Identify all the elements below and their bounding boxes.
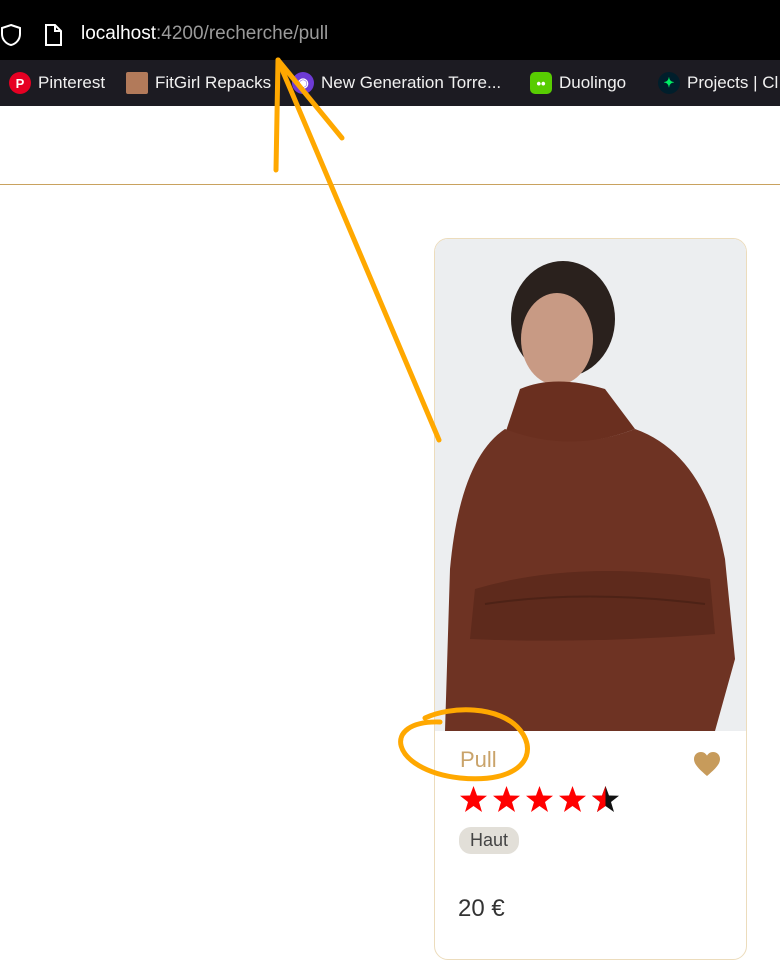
fitgirl-icon [126, 72, 148, 94]
url-path: :4200/recherche/pull [156, 23, 329, 44]
product-photo-illustration [435, 239, 746, 731]
star-icon [526, 786, 553, 812]
bookmark-label: Pinterest [38, 73, 106, 92]
bookmark-duolingo[interactable]: •• Duolingo [530, 60, 626, 106]
annotation-arrow-line [275, 57, 442, 443]
header-divider [0, 184, 780, 185]
bookmark-label: Duolingo [559, 73, 627, 92]
bookmark-projects[interactable]: ✦ Projects | Cl [658, 60, 778, 106]
bookmark-label: Projects | Cl [687, 73, 779, 92]
star-icon [493, 786, 520, 812]
product-price: 20 € [458, 895, 505, 922]
heart-icon[interactable] [693, 751, 721, 777]
torrent-icon: ◉ [292, 72, 314, 94]
page-icon [45, 24, 62, 46]
bookmark-new-generation[interactable]: ◉ New Generation Torre... [292, 60, 501, 106]
star-icon [460, 786, 487, 812]
address-bar[interactable]: localhost:4200/recherche/pull [0, 0, 780, 60]
url-text[interactable]: localhost:4200/recherche/pull [81, 23, 328, 45]
shield-icon[interactable] [0, 23, 22, 47]
category-tag[interactable]: Haut [459, 827, 520, 854]
star-icon [559, 786, 586, 812]
product-image[interactable] [435, 239, 746, 731]
product-card[interactable]: Pull Haut 20 € [434, 238, 747, 960]
rating-stars [459, 785, 620, 813]
pinterest-icon: P [9, 72, 31, 94]
duolingo-icon: •• [530, 72, 552, 94]
bookmark-fitgirl[interactable]: FitGirl Repacks [126, 60, 271, 106]
bookmarks-bar: P Pinterest FitGirl Repacks ◉ New Genera… [0, 60, 780, 106]
url-host: localhost [81, 23, 156, 44]
star-icon [592, 786, 619, 812]
product-title[interactable]: Pull [460, 747, 497, 773]
bookmark-pinterest[interactable]: P Pinterest [9, 60, 105, 106]
mongodb-leaf-icon: ✦ [658, 72, 680, 94]
bookmark-label: FitGirl Repacks [155, 73, 272, 92]
bookmark-label: New Generation Torre... [321, 73, 502, 92]
